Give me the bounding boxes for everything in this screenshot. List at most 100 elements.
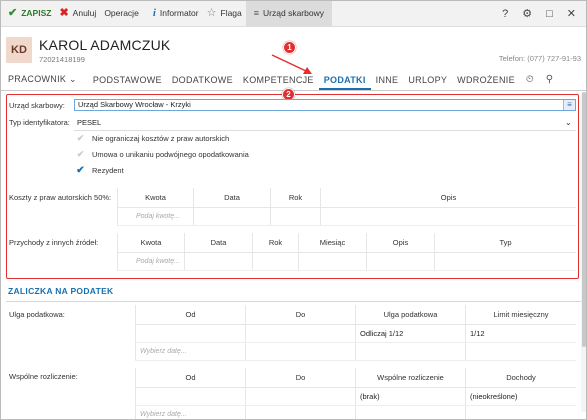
section-title-zaliczka: ZALICZKA NA PODATEK [8,286,114,296]
amount-input[interactable]: Podaj kwotę... [117,252,185,271]
id-type-label: Typ identyfikatora: [9,118,70,127]
date-input[interactable]: Wybierz datę... [135,342,246,361]
save-button[interactable]: ✔ ZAPISZ [4,0,55,27]
ulga-table: Od Do Ulga podatkowa Limit miesięczny Od… [135,305,576,361]
column-header[interactable]: Rok [252,233,299,253]
info-icon: i [152,6,156,19]
koszty-label: Koszty z praw autorskich 50%: [9,193,112,202]
checkbox-checked-icon[interactable]: ✔ [76,166,85,176]
checkbox-no-limit-costs[interactable]: ✔ Nie ograniczaj kosztów z praw autorski… [76,134,229,144]
tab-wdrozenie[interactable]: WDROŻENIE [452,75,520,90]
maximize-button[interactable]: □ [539,0,560,27]
urzad-skarbowy-input[interactable]: Urząd Skarbowy Wrocław - Krzyki [74,99,576,111]
column-header[interactable]: Opis [320,188,576,208]
tab-urlopy[interactable]: URLOPY [403,75,452,90]
urzad-skarbowy-label: Urząd skarbowy: [9,101,65,110]
column-header[interactable]: Data [193,188,271,208]
checkbox-icon[interactable]: ✔ [76,150,85,159]
attachment-icon[interactable]: ⚲ [540,74,559,90]
id-type-select[interactable]: PESEL [77,118,101,127]
table-cell[interactable] [245,324,356,343]
scrollbar-thumb[interactable] [582,92,586,347]
column-header[interactable]: Do [245,305,356,325]
column-header[interactable]: Miesiąc [298,233,367,253]
table-cell[interactable] [270,207,321,226]
cancel-button[interactable]: ✖ Anuluj [55,0,100,27]
checkbox-resident[interactable]: ✔ Rezydent [76,166,123,176]
close-button[interactable]: ✕ [560,0,583,27]
table-header-row: Kwota Data Rok Opis [117,188,576,208]
history-icon[interactable]: ⏲ [520,74,540,90]
table-cell[interactable] [320,207,576,226]
check-icon: ✔ [8,6,18,19]
informator-button[interactable]: i Informator [149,0,203,27]
column-header[interactable]: Od [135,368,246,388]
table-cell[interactable] [245,405,356,420]
column-header[interactable]: Do [245,368,356,388]
list-picker-icon[interactable]: ≡ [563,100,575,110]
table-cell[interactable] [184,252,253,271]
flag-button[interactable]: ☆ Flaga [203,0,246,27]
table-cell[interactable] [355,405,466,420]
avatar: KD [6,37,32,63]
table-cell[interactable] [245,342,356,361]
employee-phone: Telefon: (077) 727-91-93 [498,54,581,63]
tab-podatki[interactable]: PODATKI [318,75,371,90]
table-row[interactable]: (brak) (nieokreślone) [135,387,576,406]
column-header[interactable]: Dochody [465,368,576,388]
table-header-row: Kwota Data Rok Miesiąc Opis Typ [117,233,576,253]
column-header[interactable]: Kwota [117,188,194,208]
column-header[interactable]: Wspólne rozliczenie [355,368,466,388]
checkbox-icon[interactable]: ✔ [76,134,85,143]
column-header[interactable]: Typ [434,233,576,253]
table-cell[interactable]: Odliczaj 1/12 [355,324,466,343]
column-header[interactable]: Limit miesięczny [465,305,576,325]
section-divider [6,301,581,302]
table-cell[interactable]: 1/12 [465,324,576,343]
column-header[interactable]: Od [135,305,246,325]
operations-button[interactable]: Operacje [100,0,143,27]
table-cell[interactable] [366,252,435,271]
przychody-label: Przychody z innych źródeł: [9,238,99,247]
settings-button[interactable]: ⚙ [515,0,539,27]
table-cell[interactable] [193,207,271,226]
help-button[interactable]: ? [495,0,515,27]
tab-pracownik[interactable]: PRACOWNIK ⌄ [3,74,82,90]
id-type-underline [74,130,576,131]
table-row: Wybierz datę... [135,342,576,361]
date-input[interactable]: Wybierz datę... [135,405,246,420]
amount-input[interactable]: Podaj kwotę... [117,207,194,226]
table-row[interactable]: Odliczaj 1/12 1/12 [135,324,576,343]
koszty-table: Kwota Data Rok Opis Podaj kwotę... [117,188,576,226]
table-cell[interactable] [298,252,367,271]
table-cell[interactable] [465,405,576,420]
table-cell[interactable] [434,252,576,271]
table-cell[interactable] [135,387,246,406]
checkbox-double-taxation[interactable]: ✔ Umowa o unikaniu podwójnego opodatkowa… [76,150,249,160]
table-cell[interactable] [245,387,356,406]
column-header[interactable]: Rok [270,188,321,208]
table-cell[interactable]: (nieokreślone) [465,387,576,406]
menu-icon: ≡ [253,7,260,18]
table-cell[interactable] [465,342,576,361]
column-header[interactable]: Data [184,233,253,253]
table-cell[interactable] [135,324,246,343]
close-window-icon: ✕ [566,8,576,20]
column-header[interactable]: Kwota [117,233,185,253]
column-header[interactable]: Ulga podatkowa [355,305,466,325]
urzad-skarbowy-view-button[interactable]: ≡ Urząd skarbowy [245,0,332,27]
tab-inne[interactable]: INNE [371,75,404,90]
tab-podstawowe[interactable]: PODSTAWOWE [88,75,167,90]
table-cell[interactable] [355,342,466,361]
table-header-row: Od Do Wspólne rozliczenie Dochody [135,368,576,388]
help-icon: ? [502,7,509,20]
table-cell[interactable]: (brak) [355,387,466,406]
table-row: Podaj kwotę... [117,252,576,271]
tab-dodatkowe[interactable]: DODATKOWE [167,75,238,90]
table-cell[interactable] [252,252,299,271]
annotation-badge-1: 1 [283,41,296,54]
gear-icon: ⚙ [522,8,533,20]
column-header[interactable]: Opis [366,233,435,253]
chevron-down-icon[interactable]: ⌄ [565,118,572,127]
table-header-row: Od Do Ulga podatkowa Limit miesięczny [135,305,576,325]
